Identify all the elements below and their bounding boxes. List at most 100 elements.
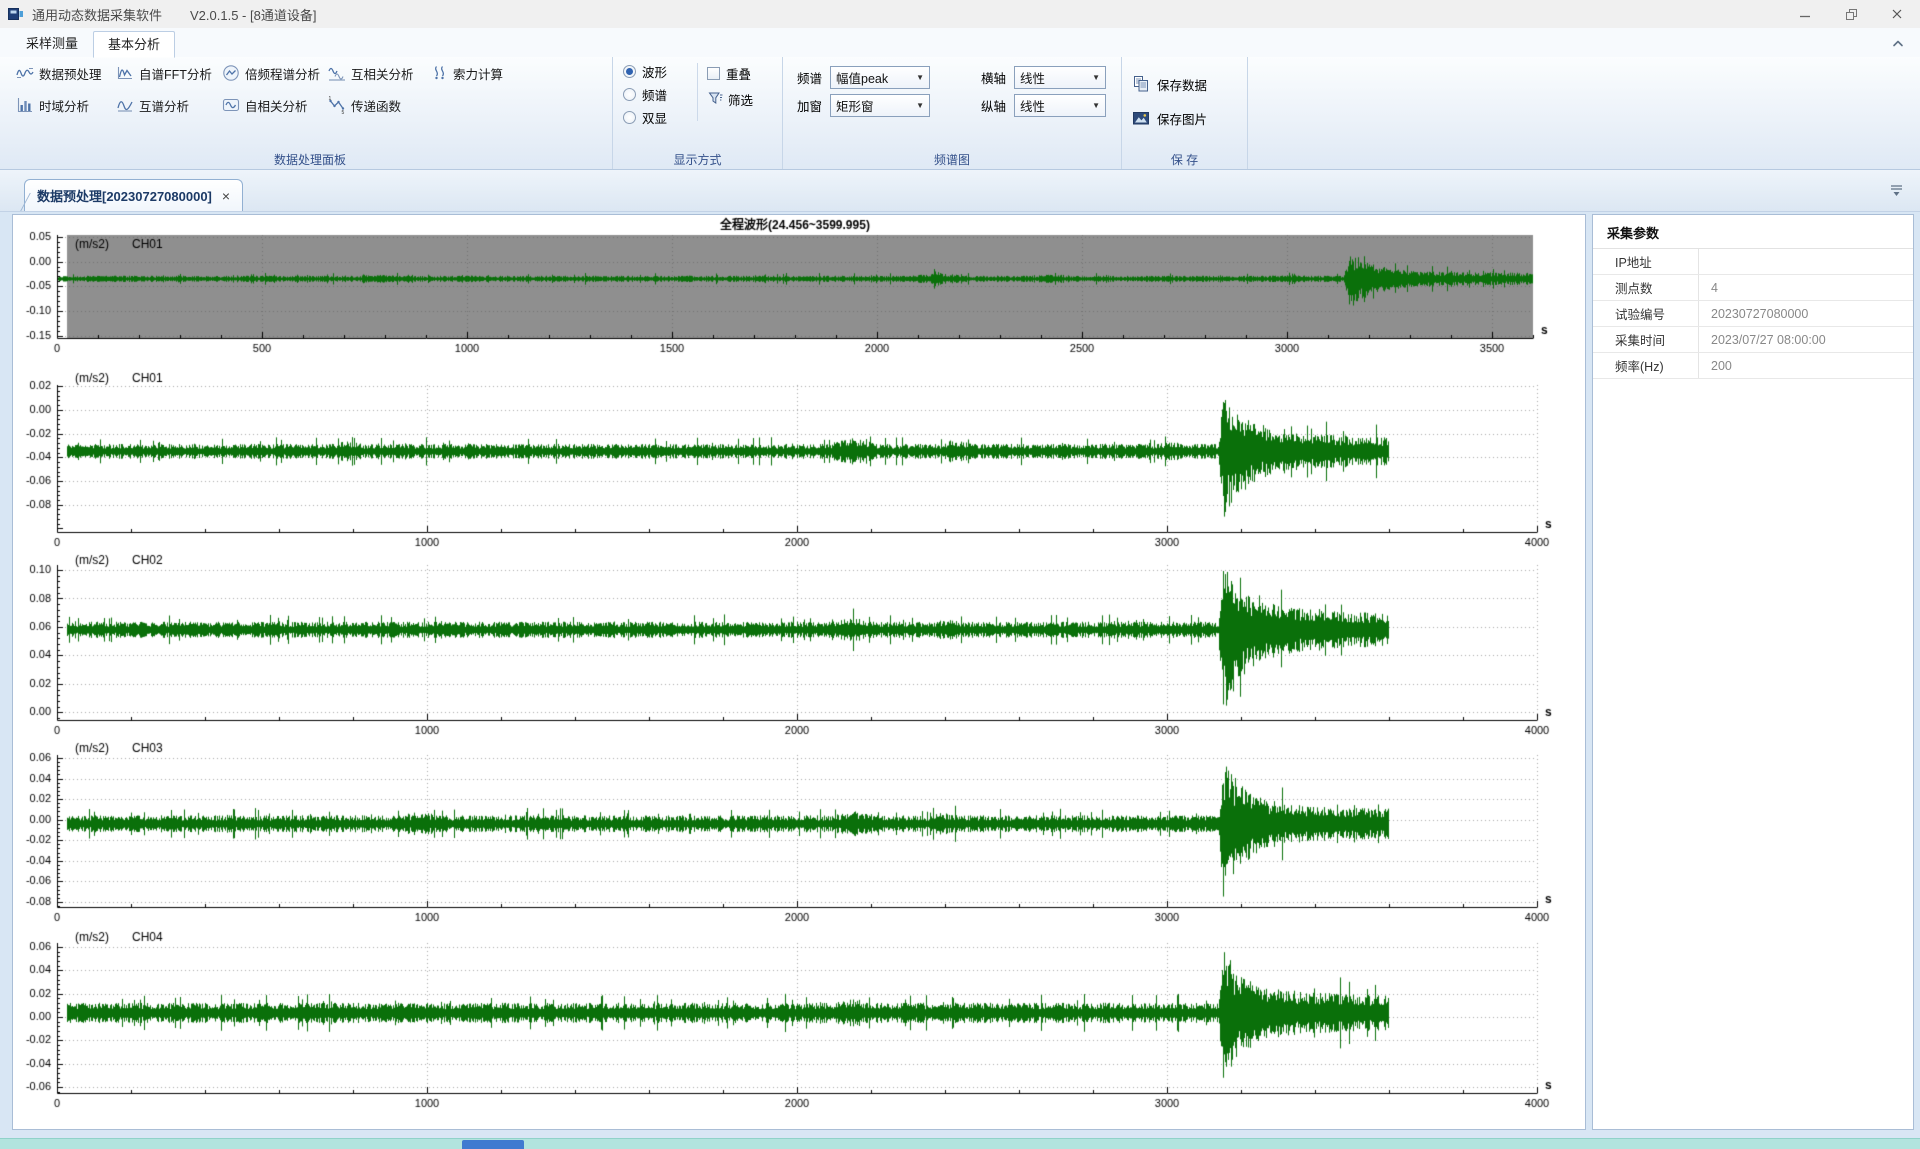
dropdown-select[interactable]: 线性 ▼ [1014,66,1106,89]
dropdown-value: 线性 [1020,68,1045,87]
analysis-button-label: 索力计算 [453,64,503,83]
chevron-down-icon: ▼ [1092,73,1100,82]
ch02-waveform-chart[interactable] [20,552,1565,738]
param-label: 频率(Hz) [1593,356,1698,375]
cableforce-icon [430,64,448,82]
analysis-button-label: 数据预处理 [39,64,102,83]
param-row: 采集时间2023/07/27 08:00:00 [1593,327,1913,353]
group-save: 保存数据保存图片 保 存 [1122,57,1248,169]
radio-label: 频谱 [642,85,667,104]
analysis-button-label: 自相关分析 [245,96,308,115]
dropdown-label: 加窗 [797,96,822,115]
minimize-button[interactable] [1782,0,1828,28]
crosscorr-icon [328,64,346,82]
tab-sampling[interactable]: 采样测量 [12,31,92,58]
group-label-save: 保 存 [1122,151,1247,168]
param-value: 2023/07/27 08:00:00 [1698,327,1913,352]
filter-button[interactable]: 筛选 [707,89,753,109]
analysis-button-label: 时域分析 [39,96,89,115]
save-data-button[interactable]: 保存数据 [1132,67,1207,101]
radio-icon[interactable] [623,88,636,101]
overlay-checkbox-row[interactable]: 重叠 [707,63,751,83]
param-row: 测点数4 [1593,275,1913,301]
save-image-button[interactable]: 保存图片 [1132,101,1207,135]
dropdown-row: 频谱幅值peak▼ [797,66,981,89]
taskbar-item[interactable] [462,1140,524,1149]
analysis-button[interactable]: 自相关分析 [218,91,324,119]
radio-icon[interactable] [623,65,636,78]
ch01-waveform-chart[interactable] [20,366,1565,558]
display-mode-option[interactable]: 双显 [623,106,667,129]
save-buttons: 保存数据保存图片 [1132,67,1207,135]
svg-text:1: 1 [329,96,332,102]
dropdown-select[interactable]: 幅值peak ▼ [830,66,930,89]
divider [697,63,698,121]
analysis-button-label: 传递函数 [351,96,401,115]
app-icon [8,7,24,22]
app-window: { "window": { "title_app": "通用动态数据采集软件",… [0,0,1920,1149]
analysis-button[interactable]: 自谱FFT分析 [112,59,218,87]
overlay-label: 重叠 [726,64,751,83]
param-label: 测点数 [1593,278,1698,297]
radio-icon[interactable] [623,111,636,124]
ribbon: 数据预处理 自谱FFT分析倍频程谱分析互相关分析 索力计算时域分析 互谱分析 自相关分析… [0,57,1920,170]
analysis-button-label: 互谱分析 [139,96,189,115]
analysis-button[interactable]: 15传递函数 [324,91,426,119]
crossspec-icon [116,96,134,114]
ribbon-tab-row: 采样测量 基本分析 [0,28,1920,57]
autocorr-icon [222,96,240,114]
dropdown-value: 幅值peak [836,68,888,87]
group-label-data-processing: 数据处理面板 [8,151,612,168]
group-data-processing: 数据预处理 自谱FFT分析倍频程谱分析互相关分析 索力计算时域分析 互谱分析 自相关分析… [8,57,613,169]
tab-basic-analysis[interactable]: 基本分析 [93,31,175,58]
param-label: IP地址 [1593,252,1698,271]
titlebar: 通用动态数据采集软件V2.0.1.5 - [8通道设备] [0,0,1920,28]
param-value: 20230727080000 [1698,301,1913,326]
dropdown-value: 线性 [1020,96,1045,115]
analysis-button[interactable]: 互谱分析 [112,91,218,119]
filter-label: 筛选 [728,90,753,109]
save-button-label: 保存数据 [1157,75,1207,94]
window-list-icon[interactable] [1889,184,1904,202]
chevron-down-icon: ▼ [916,73,924,82]
fft-icon [116,64,134,82]
timedomain-icon [16,96,34,114]
save-image-icon [1132,109,1150,127]
dropdown-row: 横轴线性 ▼ [981,66,1129,89]
spectrum-dropdowns: 频谱幅值peak▼加窗矩形窗▼横轴线性▼纵轴线性▼ [797,63,1129,119]
param-value: 4 [1698,275,1913,300]
display-mode-option[interactable]: 波形 [623,60,667,83]
chevron-down-icon: ▼ [916,101,924,110]
param-row: 频率(Hz)200 [1593,353,1913,379]
document-tab-close-icon[interactable]: × [222,188,230,204]
overview-waveform-chart[interactable] [20,216,1565,366]
analysis-button[interactable]: 倍频程谱分析 [218,59,324,87]
close-button[interactable] [1874,0,1920,28]
dropdown-label: 纵轴 [981,96,1006,115]
analysis-button[interactable]: 数据预处理 [12,59,112,87]
taskbar-strip [0,1138,1920,1149]
restore-button[interactable] [1828,0,1874,28]
ch04-waveform-chart[interactable] [20,930,1565,1110]
display-mode-radios: 波形频谱双显 [623,60,667,129]
document-tab[interactable]: 数据预处理[20230727080000] × [24,179,243,211]
params-header: 采集参数 [1593,215,1913,249]
display-mode-option[interactable]: 频谱 [623,83,667,106]
analysis-button-label: 自谱FFT分析 [139,64,212,83]
param-value: 200 [1698,353,1913,378]
group-display-mode: 波形频谱双显 重叠 筛选 显示方式 [613,57,783,169]
filter-icon [707,90,723,108]
analysis-button[interactable]: 索力计算 [426,59,512,87]
analysis-button[interactable]: 时域分析 [12,91,112,119]
dropdown-select[interactable]: 线性 ▼ [1014,94,1106,117]
group-label-display-mode: 显示方式 [613,151,782,168]
ch03-waveform-chart[interactable] [20,740,1565,924]
overlay-checkbox[interactable] [707,67,720,80]
wave-preprocess-icon [16,64,34,82]
ribbon-collapse-button[interactable] [1890,36,1906,55]
chevron-down-icon: ▼ [1092,101,1100,110]
param-label: 试验编号 [1593,304,1698,323]
dropdown-label: 横轴 [981,68,1006,87]
analysis-button[interactable]: 互相关分析 [324,59,426,87]
dropdown-select[interactable]: 矩形窗▼ [830,94,930,117]
